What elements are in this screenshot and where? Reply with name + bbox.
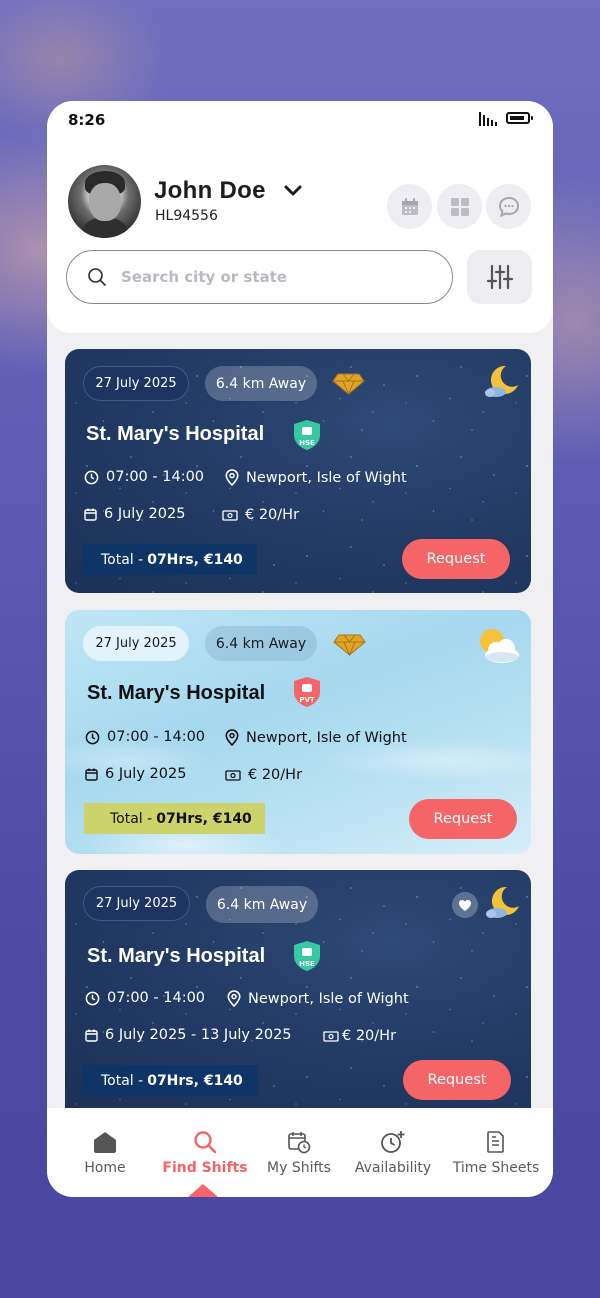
diamond-icon [332,373,365,395]
calendar-clock-icon [288,1132,311,1154]
avatar[interactable] [68,165,141,238]
request-button[interactable]: Request [402,539,510,579]
shift-card[interactable]: 27 July 2025 6.4 km Away St. Mary's Hosp… [65,870,531,1108]
home-icon [94,1132,116,1153]
sun-cloud-icon [480,629,519,663]
search-placeholder: Search city or state [121,268,287,286]
clock-icon [85,730,100,744]
shift-time: 07:00 - 14:00 [85,729,205,745]
shift-location: Newport, Isle of Wight [227,990,409,1007]
app-screen: 8:26 John Doe HL94556 Search city or sta… [47,101,553,1197]
chat-icon [498,196,519,217]
nav-home[interactable]: Home [75,1108,135,1197]
search-icon [194,1131,217,1154]
shift-location: Newport, Isle of Wight [225,729,407,746]
nav-label: Time Sheets [452,1160,540,1176]
distance-pill: 6.4 km Away [205,626,317,661]
nav-my-shifts[interactable]: My Shifts [261,1108,337,1197]
cash-icon [222,509,238,521]
svg-text:PVT: PVT [299,696,315,704]
shift-location: Newport, Isle of Wight [225,469,407,486]
shift-time: 07:00 - 14:00 [84,469,204,485]
active-tab-indicator [188,1184,218,1197]
location-pin-icon [227,990,241,1007]
location-pin-icon [225,469,239,486]
filter-button[interactable] [467,250,532,304]
nav-label: Home [84,1160,126,1176]
calendar-small-icon [84,508,97,521]
chevron-down-icon[interactable] [283,183,303,199]
date-pill: 27 July 2025 [83,886,190,921]
moon-night-icon [486,886,519,918]
bottom-nav: Home Find Shifts My Shifts Availability … [47,1108,553,1197]
shift-card[interactable]: 27 July 2025 6.4 km Away St. Mary's Hosp… [65,610,531,854]
calendar-small-icon [85,768,98,781]
heart-icon [459,899,471,911]
cash-icon [225,769,241,781]
header: 8:26 John Doe HL94556 Search city or sta… [47,101,553,333]
diamond-icon [333,634,366,656]
hospital-name: St. Mary's Hospital [87,945,266,967]
total-hours-pay: Total - 07Hrs, €140 [82,544,257,575]
distance-pill: 6.4 km Away [206,886,318,923]
svg-text:HSE: HSE [299,960,315,968]
battery-icon [506,112,533,124]
hospital-name: St. Mary's Hospital [86,423,265,445]
shift-date: 6 July 2025 - 13 July 2025 [85,1027,292,1043]
total-hours-pay: Total - 07Hrs, €140 [84,803,265,834]
status-time: 8:26 [68,111,106,129]
nav-availability[interactable]: Availability [350,1108,436,1197]
shift-rate: € 20/Hr [222,507,299,523]
nav-label: My Shifts [267,1160,331,1176]
calendar-button[interactable] [387,184,432,229]
grid-icon [450,197,469,216]
favorite-button[interactable] [452,892,478,918]
date-pill: 27 July 2025 [83,366,189,401]
grid-view-button[interactable] [437,184,482,229]
svg-text:HSE: HSE [299,439,315,447]
nav-time-sheets[interactable]: Time Sheets [449,1108,543,1197]
shift-rate: € 20/Hr [225,767,302,783]
request-button[interactable]: Request [403,1060,511,1100]
hse-badge-icon: HSE [294,941,320,971]
user-id: HL94556 [155,208,218,224]
document-icon [487,1131,504,1153]
signal-icon [479,112,499,126]
nav-label: Availability [354,1160,432,1176]
request-button[interactable]: Request [409,799,517,839]
date-pill: 27 July 2025 [83,626,189,661]
nav-label: Find Shifts [162,1160,248,1176]
shift-card[interactable]: 27 July 2025 6.4 km Away St. Mary's Hosp… [65,349,531,593]
hospital-name: St. Mary's Hospital [87,682,266,704]
sliders-icon [486,264,513,290]
clock-plus-icon [381,1131,405,1153]
clock-icon [85,991,100,1005]
clock-icon [84,470,99,484]
chat-button[interactable] [486,184,531,229]
hse-badge-icon: HSE [294,420,320,450]
shift-time: 07:00 - 14:00 [85,990,205,1006]
cash-icon [323,1030,339,1042]
distance-pill: 6.4 km Away [205,366,317,401]
user-name[interactable]: John Doe [154,177,266,205]
location-pin-icon [225,729,239,746]
shift-date: 6 July 2025 [84,506,185,522]
calendar-icon [401,197,418,215]
moon-night-icon [485,365,518,397]
total-hours-pay: Total - 07Hrs, €140 [82,1065,258,1096]
search-icon [88,268,106,286]
shift-rate: € 20/Hr [323,1028,396,1044]
pvt-badge-icon: PVT [294,677,320,707]
calendar-small-icon [85,1029,98,1042]
shift-date: 6 July 2025 [85,766,186,782]
search-input[interactable]: Search city or state [66,250,453,304]
